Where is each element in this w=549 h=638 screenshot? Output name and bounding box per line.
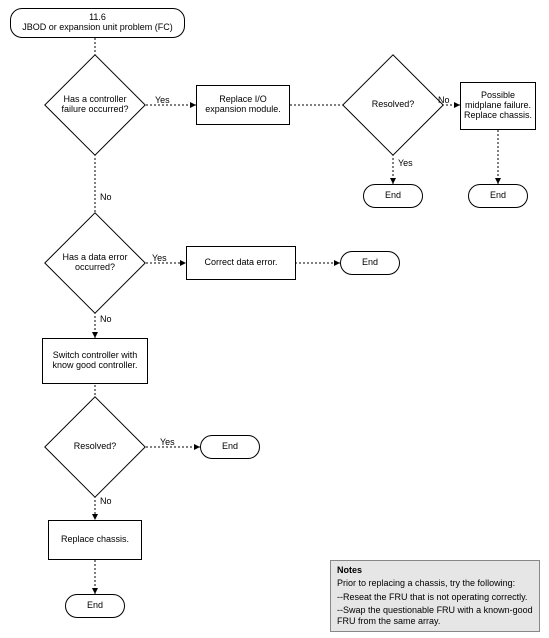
process-switch-controller: Switch controller with know good control… [42,338,148,384]
edge-label-no: No [100,192,112,202]
edge-label-no: No [100,314,112,324]
notes-line1: Prior to replacing a chassis, try the fo… [337,578,533,589]
edge-label-no: No [100,496,112,506]
start-line2: JBOD or expansion unit problem (FC) [22,23,173,33]
edge-label-yes: Yes [398,158,413,168]
end-node-5: End [65,594,125,618]
end-node-2: End [468,184,528,208]
notes-item-1: --Reseat the FRU that is not operating c… [337,592,533,603]
notes-title: Notes [337,565,533,576]
edge-label-yes: Yes [152,253,167,263]
process-replace-io-module: Replace I/O expansion module. [196,85,290,125]
decision-data-error [44,212,146,314]
start-node: 11.6 JBOD or expansion unit problem (FC) [10,8,185,38]
process-correct-data-error: Correct data error. [186,246,296,280]
edge-label-yes: Yes [155,95,170,105]
flowchart-canvas: 11.6 JBOD or expansion unit problem (FC)… [0,0,549,638]
end-node-1: End [363,184,423,208]
process-replace-chassis: Replace chassis. [48,520,142,560]
process-replace-chassis-midplane: Possible midplane failure. Replace chass… [460,82,536,130]
edge-label-no: No [438,95,450,105]
decision-resolved-1 [342,54,444,156]
end-node-4: End [200,435,260,459]
edge-label-yes: Yes [160,437,175,447]
notes-box: Notes Prior to replacing a chassis, try … [330,560,540,632]
notes-item-2: --Swap the questionable FRU with a known… [337,605,533,627]
end-node-3: End [340,251,400,275]
decision-resolved-2 [44,396,146,498]
decision-controller-failure [44,54,146,156]
